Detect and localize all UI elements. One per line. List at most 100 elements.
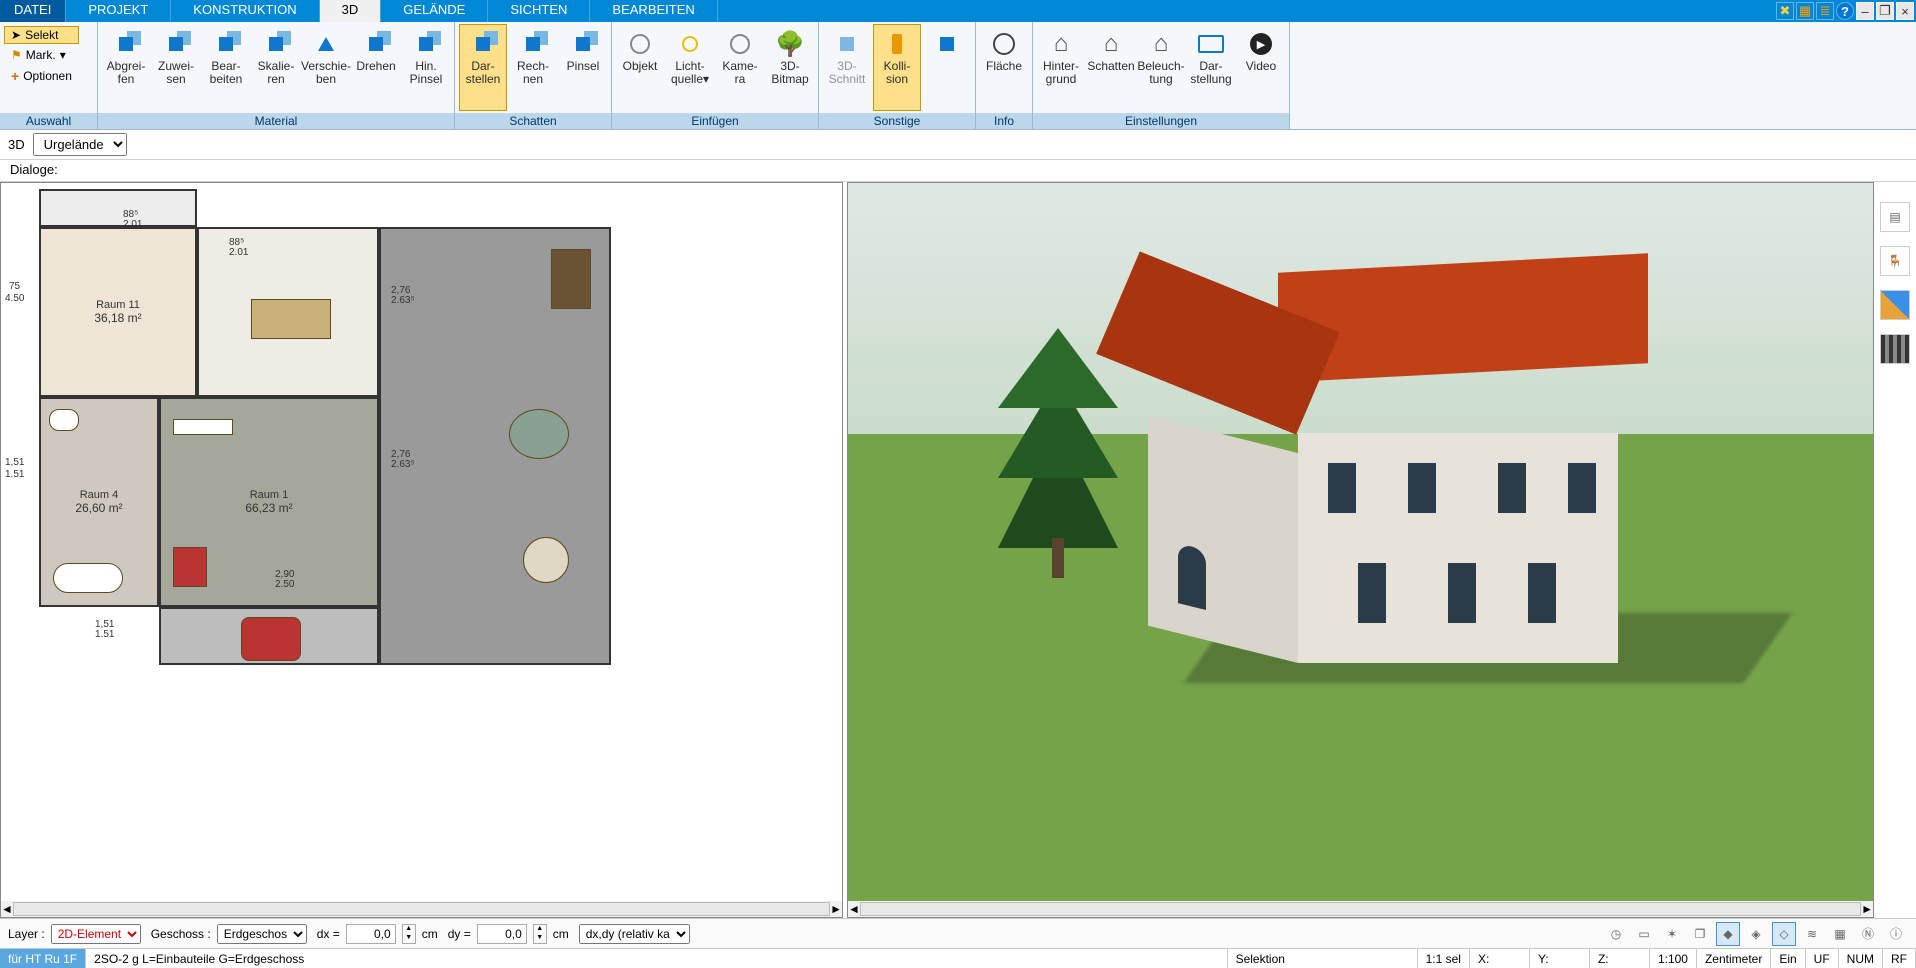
beleuchtung-button[interactable]: ⌂ Beleuch- tung bbox=[1137, 24, 1185, 111]
dim-label: 1,51 bbox=[5, 457, 24, 468]
snap-a-icon[interactable]: ◆ bbox=[1716, 922, 1740, 946]
viewport-2d[interactable]: Raum 11 36,18 m² Raum 3 45,42 m² R bbox=[1, 183, 842, 901]
hintergrund-icon: ⌂ bbox=[1046, 29, 1076, 59]
window-minimize[interactable]: – bbox=[1856, 2, 1874, 20]
bearbeiten-button[interactable]: Bear- beiten bbox=[202, 24, 250, 111]
snap-d-icon[interactable]: ≋ bbox=[1800, 922, 1824, 946]
plan-driveway[interactable] bbox=[159, 607, 379, 665]
rechnen-button[interactable]: Rech- nen bbox=[509, 24, 557, 111]
plan-room-1[interactable]: Raum 1 66,23 m² bbox=[159, 397, 379, 607]
menu-tab-gelaende[interactable]: GELÄNDE bbox=[381, 0, 488, 22]
window-close[interactable]: × bbox=[1896, 2, 1914, 20]
viewport-3d[interactable] bbox=[848, 183, 1873, 901]
window-restore[interactable]: ❐ bbox=[1876, 2, 1894, 20]
darstellen-icon bbox=[468, 29, 498, 59]
video-button[interactable]: ▶ Video bbox=[1237, 24, 1285, 111]
grid-icon[interactable]: ▦ bbox=[1828, 922, 1852, 946]
palette-icon[interactable] bbox=[1880, 290, 1910, 320]
menu-tab-3d[interactable]: 3D bbox=[320, 0, 382, 22]
objekt-button[interactable]: Objekt bbox=[616, 24, 664, 111]
north-icon[interactable]: Ⓝ bbox=[1856, 922, 1880, 946]
status-sel: 1:1 sel bbox=[1418, 949, 1470, 968]
monitor-icon[interactable]: ▭ bbox=[1632, 922, 1656, 946]
dim-label: 1.51 bbox=[5, 469, 24, 480]
bitmap-button[interactable]: 🌳 3D- Bitmap bbox=[766, 24, 814, 111]
mark-button[interactable]: ⚑ Mark. ▾ bbox=[4, 46, 79, 64]
skalieren-button[interactable]: Skalie- ren bbox=[252, 24, 300, 111]
zuweisen-button[interactable]: Zuwei- sen bbox=[152, 24, 200, 111]
geschoss-select[interactable]: Erdgeschos bbox=[217, 924, 307, 944]
layer-select[interactable]: 2D-Element bbox=[51, 924, 141, 944]
menu-tab-sichten[interactable]: SICHTEN bbox=[488, 0, 590, 22]
dx-spinner[interactable]: ▲▼ bbox=[402, 924, 416, 944]
darstellen-button[interactable]: Dar- stellen bbox=[459, 24, 507, 111]
snap-c-icon[interactable]: ◇ bbox=[1772, 922, 1796, 946]
select-label: Selekt bbox=[25, 28, 58, 42]
info-small-icon[interactable]: ⓘ bbox=[1884, 922, 1908, 946]
schnitt-button[interactable]: 3D- Schnitt bbox=[823, 24, 871, 111]
options-button[interactable]: + Optionen bbox=[4, 66, 79, 86]
select-button[interactable]: ➤ Selekt bbox=[4, 26, 79, 44]
hinpinsel-button[interactable]: Hin. Pinsel bbox=[402, 24, 450, 111]
schatten2-button[interactable]: ⌂ Schatten bbox=[1087, 24, 1135, 111]
lichtquelle-button[interactable]: Licht- quelle▾ bbox=[666, 24, 714, 111]
messen-button[interactable] bbox=[923, 24, 971, 111]
hscroll-2d[interactable]: ◄► bbox=[1, 901, 842, 917]
pinsel-button[interactable]: Pinsel bbox=[559, 24, 607, 111]
plan-room-11[interactable]: Raum 11 36,18 m² bbox=[39, 227, 197, 397]
dx-input[interactable] bbox=[346, 924, 396, 944]
hintergrund-label: Hinter- grund bbox=[1043, 60, 1079, 85]
kollision-button[interactable]: Kolli- sion bbox=[873, 24, 921, 111]
room-name: Raum 1 bbox=[250, 489, 289, 501]
stack-icon[interactable]: ≣ bbox=[1816, 2, 1834, 20]
level-select[interactable]: Urgelände bbox=[33, 133, 127, 156]
plus-icon: + bbox=[11, 68, 19, 84]
rechnen-label: Rech- nen bbox=[517, 60, 549, 85]
room-area: 66,23 m² bbox=[245, 501, 292, 515]
hscroll-3d[interactable]: ◄► bbox=[848, 901, 1873, 917]
darstellung-button[interactable]: Dar- stellung bbox=[1187, 24, 1235, 111]
chair-icon[interactable]: 🪑 bbox=[1880, 246, 1910, 276]
menu-tab-bearbeiten[interactable]: BEARBEITEN bbox=[590, 0, 717, 22]
group-caption-einfuegen: Einfügen bbox=[612, 113, 818, 129]
plan-room-4[interactable]: Raum 4 26,60 m² bbox=[39, 397, 159, 607]
clock-icon[interactable]: ◷ bbox=[1604, 922, 1628, 946]
room-area: 36,18 m² bbox=[94, 311, 141, 325]
menu-tab-projekt[interactable]: PROJEKT bbox=[66, 0, 171, 22]
ribbon-group-info: Fläche Info bbox=[976, 22, 1033, 129]
lichtquelle-icon bbox=[675, 29, 705, 59]
room-area: 26,60 m² bbox=[75, 501, 122, 515]
layers-icon[interactable]: ▤ bbox=[1880, 202, 1910, 232]
beleuchtung-label: Beleuch- tung bbox=[1137, 60, 1184, 85]
option-bar: Layer : 2D-Element Geschoss : Erdgeschos… bbox=[0, 918, 1916, 948]
help-icon[interactable]: ? bbox=[1836, 2, 1854, 20]
kamera-button[interactable]: Kame- ra bbox=[716, 24, 764, 111]
menu-tab-konstruktion[interactable]: KONSTRUKTION bbox=[171, 0, 319, 22]
coord-mode-select[interactable]: dx,dy (relativ ka bbox=[579, 924, 690, 944]
box-icon[interactable]: ▦ bbox=[1796, 2, 1814, 20]
drehen-button[interactable]: Drehen bbox=[352, 24, 400, 111]
menu-file[interactable]: DATEI bbox=[0, 0, 66, 22]
dy-label: dy = bbox=[448, 927, 471, 941]
plan-patio[interactable] bbox=[379, 227, 611, 665]
bitmap-label: 3D- Bitmap bbox=[771, 60, 808, 85]
hintergrund-button[interactable]: ⌂ Hinter- grund bbox=[1037, 24, 1085, 111]
abgreifen-button[interactable]: Abgrei- fen bbox=[102, 24, 150, 111]
bathtub-icon bbox=[53, 563, 123, 593]
options-label: Optionen bbox=[23, 69, 72, 83]
camera-icon[interactable]: ✶ bbox=[1660, 922, 1684, 946]
verschieben-button[interactable]: Verschie- ben bbox=[302, 24, 350, 111]
copy-icon[interactable]: ❐ bbox=[1688, 922, 1712, 946]
status-scale: 1:100 bbox=[1650, 949, 1697, 968]
status-rf: RF bbox=[1883, 949, 1916, 968]
plan-room-dining[interactable]: Raum 3 45,42 m² bbox=[197, 227, 379, 397]
dy-spinner[interactable]: ▲▼ bbox=[533, 924, 547, 944]
tool-icon[interactable]: ✖ bbox=[1776, 2, 1794, 20]
texture-icon[interactable] bbox=[1880, 334, 1910, 364]
dy-input[interactable] bbox=[477, 924, 527, 944]
flaeche-label: Fläche bbox=[986, 60, 1022, 73]
pinsel-label: Pinsel bbox=[567, 60, 600, 73]
flaeche-button[interactable]: Fläche bbox=[980, 24, 1028, 111]
snap-b-icon[interactable]: ◈ bbox=[1744, 922, 1768, 946]
status-bar: für HT Ru 1F 2SO-2 g L=Einbauteile G=Erd… bbox=[0, 948, 1916, 968]
